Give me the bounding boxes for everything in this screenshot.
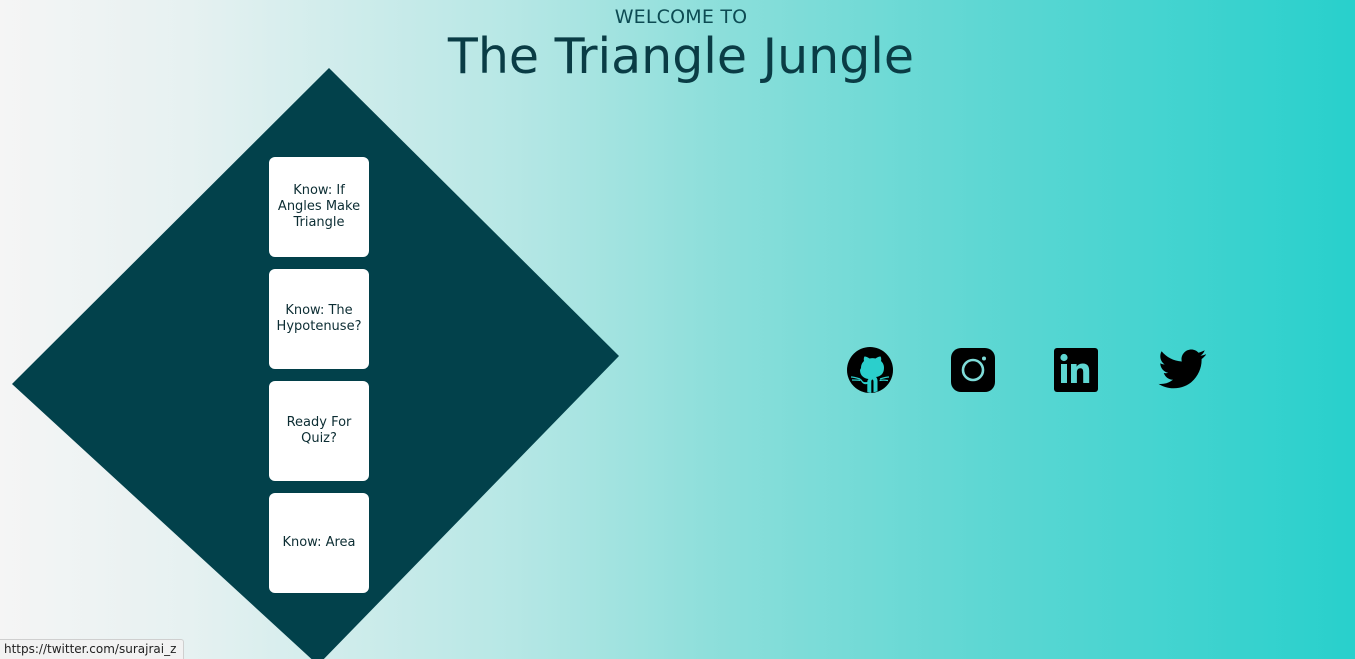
- page-title: The Triangle Jungle: [447, 28, 915, 85]
- nav-card-label: Know: If Angles Make Triangle: [277, 183, 361, 230]
- github-icon: [847, 347, 893, 393]
- nav-card-angles[interactable]: Know: If Angles Make Triangle: [269, 157, 369, 257]
- nav-card-quiz[interactable]: Ready For Quiz?: [269, 381, 369, 481]
- nav-card-hypotenuse[interactable]: Know: The Hypotenuse?: [269, 269, 369, 369]
- instagram-link[interactable]: [949, 346, 997, 394]
- linkedin-link[interactable]: [1052, 346, 1100, 394]
- instagram-icon: [951, 348, 995, 392]
- nav-card-label: Know: Area: [282, 535, 356, 550]
- status-bar-url: https://twitter.com/surajrai_z: [0, 639, 185, 659]
- nav-card-label: Ready For Quiz?: [286, 415, 352, 446]
- github-link[interactable]: [846, 346, 894, 394]
- twitter-icon: [1158, 349, 1206, 389]
- nav-card-label: Know: The Hypotenuse?: [276, 303, 362, 334]
- social-links: [846, 346, 1216, 394]
- welcome-text: WELCOME TO: [614, 6, 748, 28]
- nav-card-area[interactable]: Know: Area: [269, 493, 369, 593]
- twitter-link[interactable]: [1158, 346, 1206, 394]
- diamond-background: [12, 68, 619, 659]
- linkedin-icon: [1054, 348, 1098, 392]
- nav-card-list: Know: If Angles Make Triangle Know: The …: [269, 157, 369, 593]
